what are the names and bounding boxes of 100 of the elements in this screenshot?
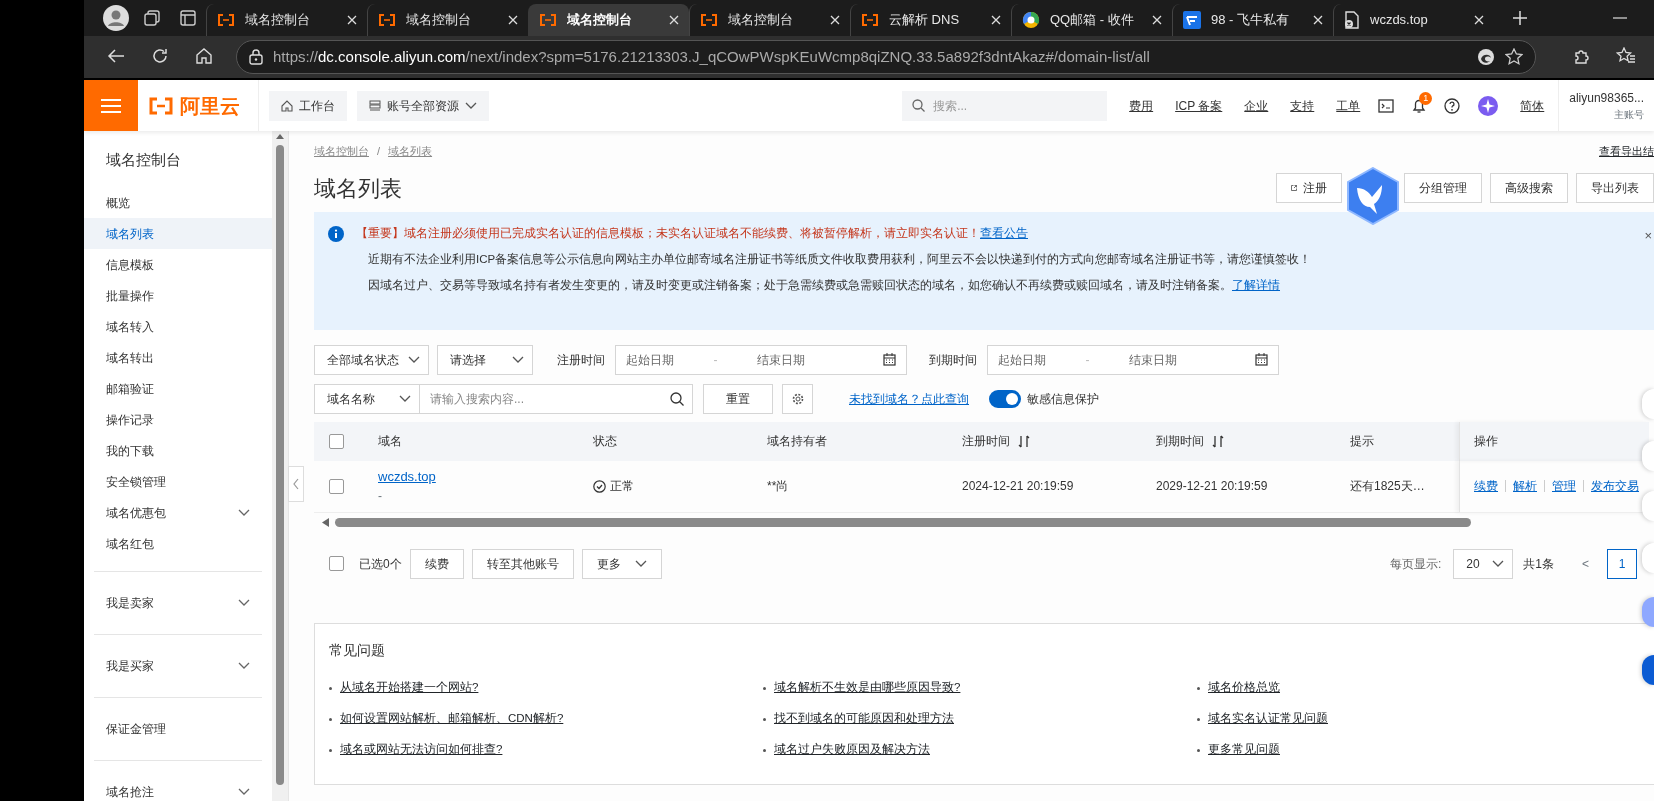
previous-page-button[interactable]: <: [1568, 548, 1603, 579]
workbench-button[interactable]: 工作台: [269, 90, 347, 121]
browser-tab[interactable]: 域名控制台: [528, 4, 689, 36]
scroll-left-icon[interactable]: [322, 518, 329, 527]
sidebar-item[interactable]: 我的下载: [84, 435, 272, 466]
page-size-select[interactable]: 20: [1453, 548, 1514, 579]
home-icon[interactable]: [195, 47, 213, 65]
breadcrumb-link[interactable]: 域名列表: [388, 143, 433, 160]
close-icon[interactable]: [1313, 15, 1323, 25]
export-results-link[interactable]: 查看导出结: [1599, 143, 1654, 160]
page-button[interactable]: 1: [1607, 548, 1637, 579]
bulk-checkbox[interactable]: [329, 556, 344, 571]
sidebar-item[interactable]: 域名红包: [84, 528, 272, 559]
resource-select[interactable]: 账号全部资源: [357, 90, 489, 121]
address-field[interactable]: https://dc.console.aliyun.com/next/index?spm=5176.21213303.J_qCOwPWspKEuWcmp8qiZNQ.33.5a892f3dntAkaz#/domain-list/all: [236, 40, 1536, 74]
sidebar-item[interactable]: 安全锁管理: [84, 466, 272, 497]
action-link[interactable]: 解析: [1513, 477, 1537, 495]
sidebar-item[interactable]: 我是买家: [94, 645, 262, 687]
faq-link[interactable]: 从域名开始搭建一个网站?: [340, 679, 479, 697]
header-link[interactable]: ICP 备案: [1175, 96, 1223, 115]
close-button[interactable]: ×: [1644, 225, 1652, 245]
toolbar-button[interactable]: 导出列表: [1576, 173, 1654, 203]
sidebar-item[interactable]: 我是卖家: [94, 582, 262, 624]
favorites-icon[interactable]: [1616, 47, 1636, 65]
terminal-icon[interactable]: [1378, 98, 1395, 113]
register-button[interactable]: 注册: [1276, 173, 1342, 203]
header-link[interactable]: 支持: [1290, 96, 1315, 115]
faq-link[interactable]: 域名解析不生效是由哪些原因导致?: [774, 679, 961, 697]
bell-icon[interactable]: [1412, 97, 1427, 114]
column-header[interactable]: 到期时间: [1156, 421, 1350, 461]
type-select[interactable]: 请选择: [437, 344, 533, 375]
language-link[interactable]: 简体: [1520, 96, 1545, 115]
back-icon[interactable]: [107, 48, 125, 64]
header-link[interactable]: 费用: [1129, 96, 1154, 115]
sparkle-logo-icon[interactable]: [1478, 95, 1499, 116]
avatar-icon[interactable]: [103, 5, 129, 31]
swirl-logo-icon[interactable]: [1477, 48, 1495, 66]
column-header[interactable]: 注册时间: [962, 421, 1156, 461]
faq-link[interactable]: 更多常见问题: [1208, 741, 1280, 759]
header-link[interactable]: 工单: [1336, 96, 1361, 115]
sidebar-item[interactable]: 域名转出: [84, 342, 272, 373]
scrollbar-thumb[interactable]: [335, 518, 1471, 527]
sidebar-item[interactable]: 域名列表: [84, 218, 272, 249]
alert-link[interactable]: 查看公告: [980, 226, 1028, 239]
date-range-field[interactable]: 起始日期 - 结束日期: [987, 344, 1279, 375]
alert-link[interactable]: 了解详情: [1232, 278, 1280, 291]
sidebar-item[interactable]: 保证金管理: [94, 708, 262, 750]
new-tab-icon[interactable]: [1512, 10, 1528, 26]
close-icon[interactable]: [1152, 15, 1162, 25]
faq-link[interactable]: 域名或网站无法访问如何排查?: [340, 741, 503, 759]
sidebar-item[interactable]: 批量操作: [84, 280, 272, 311]
row-checkbox[interactable]: [329, 478, 344, 494]
action-link[interactable]: 发布交易: [1591, 477, 1639, 495]
reset-button[interactable]: 重置: [703, 383, 773, 414]
action-link[interactable]: 管理: [1552, 477, 1576, 495]
more-button[interactable]: 更多: [581, 548, 662, 579]
sidebar-item[interactable]: 信息模板: [84, 249, 272, 280]
select-all-checkbox[interactable]: [329, 433, 344, 449]
sidebar-item[interactable]: 概览: [84, 187, 272, 218]
privacy-toggle[interactable]: [989, 389, 1021, 408]
sidebar-item[interactable]: 域名转入: [84, 311, 272, 342]
tab-actions-icon[interactable]: [179, 9, 197, 27]
settings-button[interactable]: [782, 383, 813, 414]
puzzle-icon[interactable]: [1573, 47, 1591, 65]
close-icon[interactable]: [1474, 15, 1484, 25]
sidebar-item[interactable]: 操作记录: [84, 404, 272, 435]
collapse-handle[interactable]: [288, 466, 304, 502]
star-icon[interactable]: [1505, 48, 1523, 66]
scroll-up-icon[interactable]: [276, 134, 284, 139]
field-select[interactable]: 域名名称: [314, 383, 420, 414]
bulk-button[interactable]: 续费: [409, 548, 464, 579]
menu-button[interactable]: [84, 80, 138, 131]
workspaces-icon[interactable]: [143, 9, 161, 27]
sidebar-item[interactable]: 域名抢注: [94, 771, 262, 801]
sidebar-item[interactable]: 邮箱验证: [84, 373, 272, 404]
scrollbar-thumb[interactable]: [276, 145, 284, 785]
close-icon[interactable]: [347, 15, 357, 25]
domain-lookup-link[interactable]: 未找到域名？点此查询: [849, 389, 969, 408]
faq-link[interactable]: 域名实名认证常见问题: [1208, 710, 1328, 728]
action-link[interactable]: 续费: [1474, 477, 1498, 495]
faq-link[interactable]: 域名价格总览: [1208, 679, 1280, 697]
breadcrumb-link[interactable]: 域名控制台: [314, 143, 369, 160]
search-field[interactable]: 请输入搜索内容...: [420, 383, 693, 414]
domain-link[interactable]: wczds.top: [378, 467, 436, 487]
toolbar-button[interactable]: 高级搜索: [1490, 173, 1568, 203]
user-name[interactable]: aliyun98365...: [1569, 89, 1644, 107]
help-icon[interactable]: [1444, 97, 1461, 114]
header-link[interactable]: 企业: [1244, 96, 1269, 115]
sidebar-item[interactable]: 域名优惠包: [84, 497, 272, 528]
status-select[interactable]: 全部域名状态: [314, 344, 429, 375]
sort-icon[interactable]: [1212, 434, 1224, 448]
close-icon[interactable]: [508, 15, 518, 25]
sort-icon[interactable]: [1018, 434, 1030, 448]
bulk-button[interactable]: 转至其他账号: [471, 548, 574, 579]
faq-link[interactable]: 如何设置网站解析、邮箱解析、CDN解析?: [340, 710, 564, 728]
close-icon[interactable]: [830, 15, 840, 25]
toolbar-button[interactable]: 分组管理: [1404, 173, 1482, 203]
faq-link[interactable]: 域名过户失败原因及解决方法: [774, 741, 930, 759]
close-icon[interactable]: [991, 15, 1001, 25]
reload-icon[interactable]: [151, 47, 169, 65]
